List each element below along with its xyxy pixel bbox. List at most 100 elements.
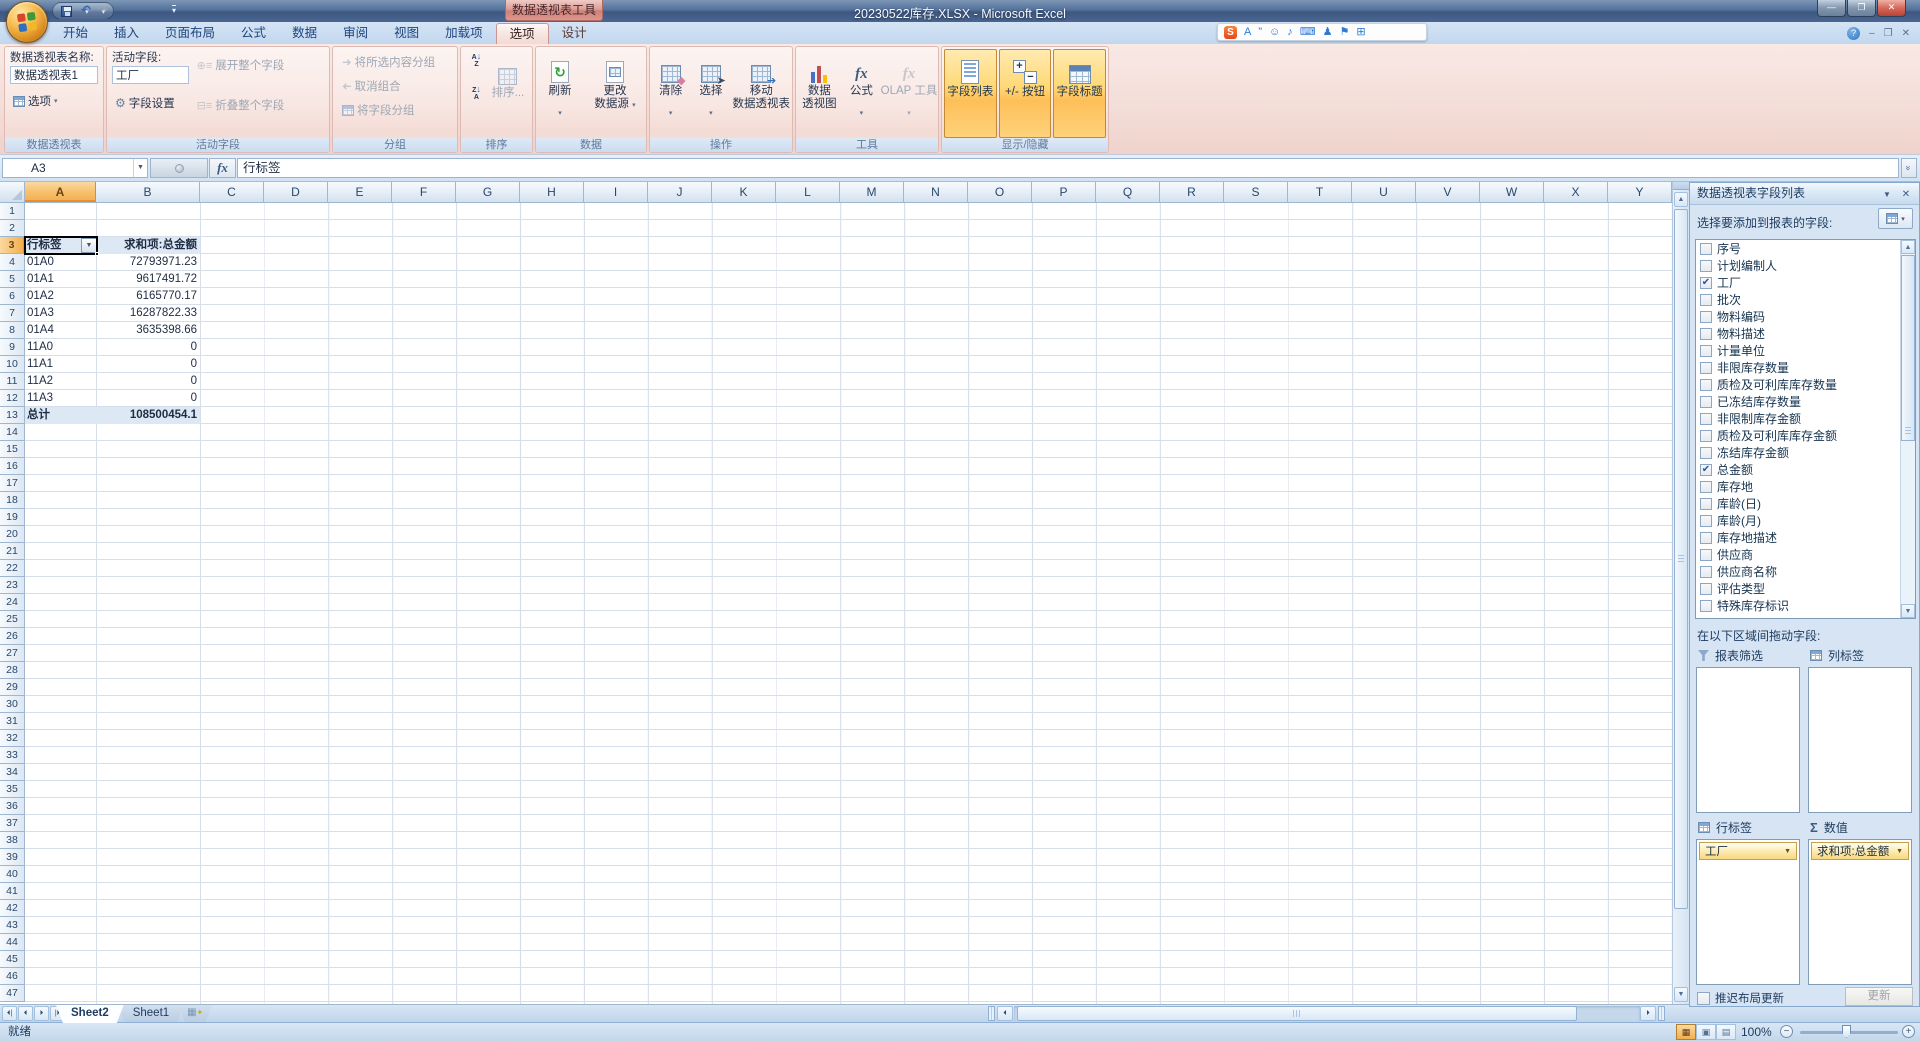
workbook-close-button[interactable]: ✕	[1902, 28, 1910, 40]
value-field-pill[interactable]: 求和项:总金额▼	[1811, 842, 1909, 860]
scroll-up-icon[interactable]: ▲	[1674, 192, 1688, 207]
column-header[interactable]: M	[840, 182, 904, 202]
row-header[interactable]: 34	[0, 764, 25, 781]
help-icon[interactable]: ?	[1847, 27, 1860, 40]
row-header[interactable]: 18	[0, 492, 25, 509]
values-area[interactable]: 求和项:总金额▼	[1808, 839, 1912, 985]
column-header[interactable]: R	[1160, 182, 1224, 202]
row-header[interactable]: 7	[0, 305, 25, 322]
field-scroll-up-icon[interactable]: ▲	[1901, 240, 1915, 254]
row-header[interactable]: 47	[0, 985, 25, 1002]
column-header[interactable]: G	[456, 182, 520, 202]
field-item[interactable]: 评估类型	[1696, 580, 1915, 597]
ribbon-tab[interactable]: 开始	[50, 23, 101, 44]
zoom-slider-thumb[interactable]	[1842, 1025, 1851, 1038]
column-header[interactable]: P	[1032, 182, 1096, 202]
field-checkbox[interactable]	[1700, 345, 1712, 357]
field-item[interactable]: 库存地	[1696, 478, 1915, 495]
voice-input-icon[interactable]: ♪	[1287, 26, 1293, 39]
restore-button[interactable]: ❐	[1847, 0, 1876, 17]
group-selection-button[interactable]: ➜ 将所选内容分组	[339, 53, 438, 71]
field-checkbox[interactable]	[1700, 362, 1712, 374]
row-header[interactable]: 28	[0, 662, 25, 679]
update-button[interactable]: 更新	[1845, 987, 1913, 1006]
column-header[interactable]: W	[1480, 182, 1544, 202]
ribbon-tab[interactable]: 加载项	[432, 23, 496, 44]
expand-field-button[interactable]: ⊕≡ 展开整个字段	[194, 56, 288, 74]
column-header[interactable]: N	[904, 182, 968, 202]
column-header[interactable]: O	[968, 182, 1032, 202]
row-header[interactable]: 19	[0, 509, 25, 526]
refresh-button[interactable]: ↻ 刷新 ▾	[538, 49, 582, 138]
workbook-minimize-button[interactable]: –	[1869, 28, 1875, 40]
pivot-cell-value[interactable]: 16287822.33	[96, 305, 200, 322]
field-checkbox[interactable]	[1700, 481, 1712, 493]
field-checkbox[interactable]	[1700, 566, 1712, 578]
field-checkbox[interactable]	[1700, 413, 1712, 425]
row-header[interactable]: 43	[0, 917, 25, 934]
soft-keyboard-icon[interactable]: ⌨	[1300, 26, 1316, 39]
skin-icon[interactable]: ⚑	[1340, 26, 1350, 39]
row-header[interactable]: 37	[0, 815, 25, 832]
plus-minus-buttons-toggle[interactable]: +− +/- 按钮	[999, 49, 1052, 138]
pivot-cell-value[interactable]: 0	[96, 390, 200, 407]
column-header[interactable]: U	[1352, 182, 1416, 202]
field-item[interactable]: 非限库存数量	[1696, 359, 1915, 376]
toolbox-icon[interactable]: ⊞	[1356, 26, 1365, 39]
field-checkbox[interactable]: ✔	[1700, 277, 1712, 289]
sheet-tab[interactable]: Sheet1	[118, 1005, 184, 1023]
pivottable-options-button[interactable]: 选项 ▾	[10, 92, 61, 110]
row-header[interactable]: 33	[0, 747, 25, 764]
row-header[interactable]: 21	[0, 543, 25, 560]
field-checkbox[interactable]	[1700, 396, 1712, 408]
hscroll-left-icon[interactable]: ⏴	[997, 1006, 1013, 1021]
row-header[interactable]: 46	[0, 968, 25, 985]
customize-qat-button[interactable]: ▾	[172, 5, 176, 15]
redo-button[interactable]: ↷▾	[98, 4, 106, 19]
row-header[interactable]: 20	[0, 526, 25, 543]
sogou-input-toolbar[interactable]: SA”☺♪⌨♟⚑⊞	[1217, 23, 1427, 41]
field-list-close-icon[interactable]: ✕	[1898, 186, 1914, 202]
ribbon-tab[interactable]: 选项	[496, 23, 549, 44]
save-icon[interactable]	[61, 6, 72, 17]
ungroup-button[interactable]: ➜ 取消组合	[339, 77, 404, 95]
pivot-cell-label[interactable]: 01A2	[25, 288, 96, 305]
vertical-split-handle[interactable]	[1673, 182, 1689, 190]
column-header[interactable]: A	[25, 182, 96, 202]
field-checkbox[interactable]: ✔	[1700, 464, 1712, 476]
row-header[interactable]: 6	[0, 288, 25, 305]
sheet-tab[interactable]: Sheet2	[56, 1005, 124, 1023]
fill-handle[interactable]	[95, 252, 99, 256]
field-item[interactable]: 特殊库存标识	[1696, 597, 1915, 614]
page-layout-view-button[interactable]: ▣	[1696, 1024, 1716, 1040]
field-checkbox[interactable]	[1700, 430, 1712, 442]
field-checkbox[interactable]	[1700, 600, 1712, 612]
row-header[interactable]: 10	[0, 356, 25, 373]
zoom-level[interactable]: 100%	[1741, 1025, 1772, 1039]
field-checkbox[interactable]	[1700, 515, 1712, 527]
collapse-field-button[interactable]: ⊟≡ 折叠整个字段	[194, 96, 288, 114]
field-item[interactable]: 序号	[1696, 240, 1915, 257]
pivot-cell-label[interactable]: 01A4	[25, 322, 96, 339]
first-sheet-button[interactable]: ⏴|	[2, 1006, 17, 1021]
field-list-toggle-button[interactable]: 字段列表	[944, 49, 997, 138]
hscroll-split-handle[interactable]	[1658, 1006, 1665, 1021]
minimize-button[interactable]: —	[1817, 0, 1846, 17]
field-item[interactable]: 库龄(日)	[1696, 495, 1915, 512]
pivottable-name-input[interactable]	[10, 66, 98, 84]
row-header[interactable]: 41	[0, 883, 25, 900]
field-checkbox[interactable]	[1700, 498, 1712, 510]
scroll-down-icon[interactable]: ▼	[1674, 987, 1688, 1002]
name-box[interactable]: A3	[2, 158, 148, 178]
sort-ascending-button[interactable]: A↓Z	[465, 51, 488, 70]
field-item[interactable]: 物料描述	[1696, 325, 1915, 342]
ribbon-tab[interactable]: 设计	[549, 23, 600, 44]
ribbon-tab[interactable]: 页面布局	[152, 23, 228, 44]
pivot-cell-value[interactable]: 3635398.66	[96, 322, 200, 339]
column-header[interactable]: E	[328, 182, 392, 202]
row-header[interactable]: 35	[0, 781, 25, 798]
column-header[interactable]: Q	[1096, 182, 1160, 202]
column-header[interactable]: L	[776, 182, 840, 202]
row-header[interactable]: 45	[0, 951, 25, 968]
grid-cells[interactable]	[25, 203, 1672, 1004]
